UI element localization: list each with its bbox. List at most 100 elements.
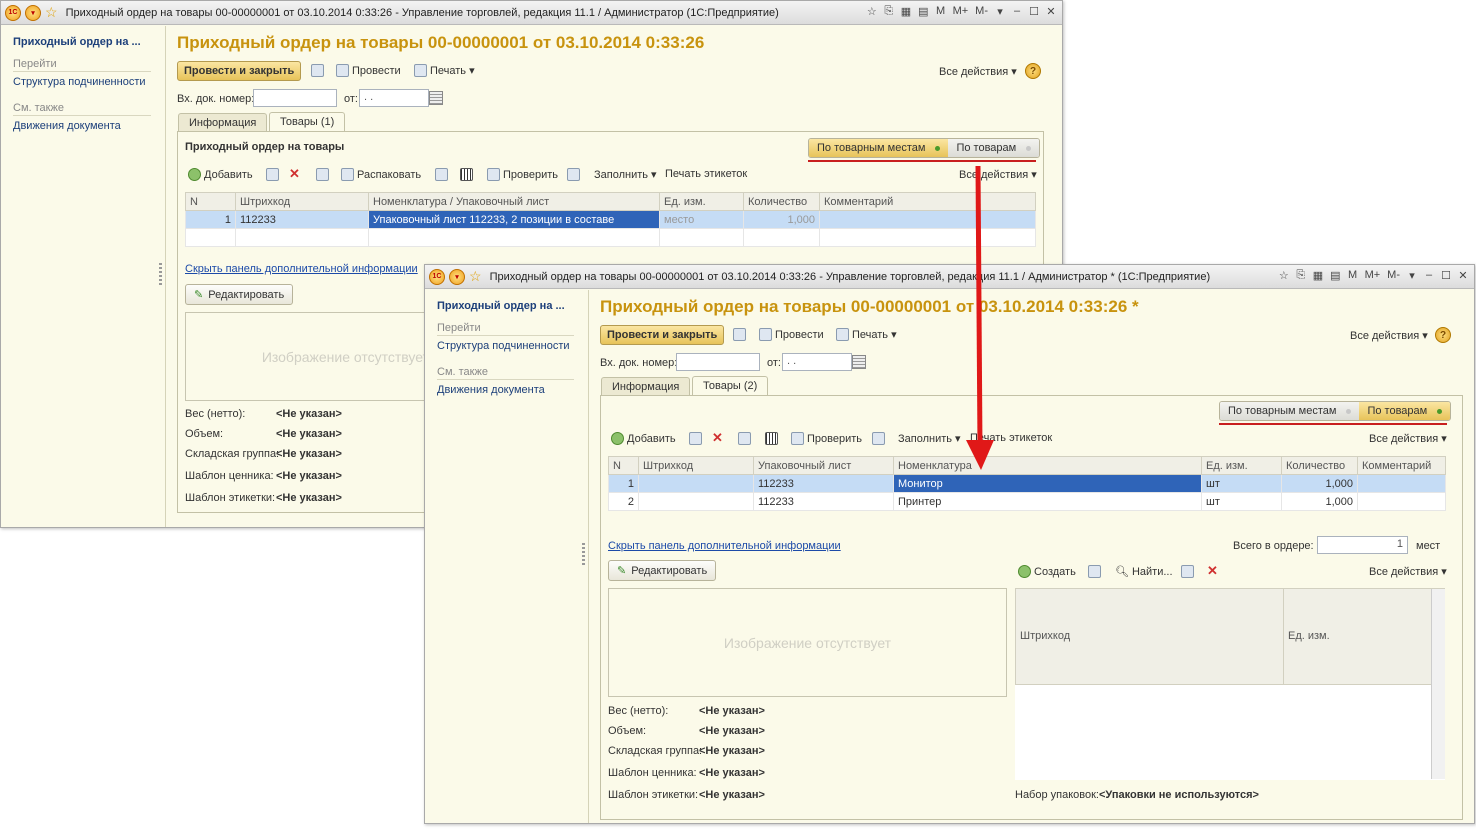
cell-n[interactable]: 1 — [608, 474, 639, 493]
copy-icon[interactable] — [689, 432, 702, 445]
memory-minus-button[interactable]: M- — [1387, 269, 1400, 282]
save-icon[interactable] — [311, 64, 324, 77]
favorite-star-icon[interactable]: ☆ — [45, 4, 58, 21]
table-row[interactable]: 2 112233 Принтер шт 1,000 — [608, 492, 1446, 511]
memory-minus-button[interactable]: M- — [975, 5, 988, 18]
table-row[interactable]: 1 112233 Упаковочный лист 112233, 2 пози… — [185, 210, 1036, 229]
copy-icon[interactable] — [1088, 565, 1101, 578]
cell-qty[interactable]: 1,000 — [1281, 474, 1358, 493]
help-icon[interactable]: ? — [1025, 63, 1041, 79]
cell-packlist[interactable]: 112233 — [753, 474, 894, 493]
excel-icon[interactable] — [872, 432, 885, 445]
check-button[interactable]: Проверить — [791, 432, 862, 445]
post-and-close-button[interactable]: Провести и закрыть — [600, 325, 725, 345]
hide-panel-link[interactable]: Скрыть панель дополнительной информации — [185, 263, 418, 275]
nav-link-movements[interactable]: Движения документа — [437, 384, 588, 396]
edit-button[interactable]: ✎ Редактировать — [185, 284, 294, 305]
cell-comment[interactable] — [1357, 474, 1446, 493]
fill-button[interactable]: Заполнить ▾ — [898, 432, 961, 445]
col-n[interactable]: N — [185, 192, 236, 211]
calendar-picker-icon[interactable] — [852, 355, 866, 369]
calendar-picker-icon[interactable] — [429, 91, 443, 105]
split-icon[interactable] — [738, 432, 751, 445]
barcode-icon[interactable] — [460, 168, 473, 181]
add-button[interactable]: Добавить — [611, 432, 676, 445]
help-icon[interactable]: ? — [1435, 327, 1451, 343]
tab-goods[interactable]: Товары (2) — [692, 376, 769, 395]
vertical-scrollbar[interactable] — [1431, 589, 1445, 779]
col-item[interactable]: Номенклатура / Упаковочный лист — [368, 192, 660, 211]
minimize-button[interactable]: – — [1012, 5, 1022, 18]
cell-comment[interactable] — [1357, 492, 1446, 511]
memory-m-button[interactable]: M — [936, 5, 946, 18]
incoming-number-input[interactable] — [676, 353, 760, 371]
cell-unit[interactable]: шт — [1201, 492, 1282, 511]
cell-n[interactable]: 2 — [608, 492, 639, 511]
cell-item[interactable]: Принтер — [893, 492, 1202, 511]
unpack-button[interactable]: Распаковать — [341, 168, 421, 181]
find-button[interactable]: 🔍︎ Найти... — [1115, 565, 1173, 579]
memory-plus-button[interactable]: M+ — [1365, 269, 1381, 282]
print-button[interactable]: Печать ▾ — [836, 328, 897, 341]
post-button[interactable]: Провести — [336, 64, 401, 77]
cell-barcode[interactable]: 112233 — [235, 210, 369, 229]
col-packlist[interactable]: Упаковочный лист — [753, 456, 894, 475]
add-button[interactable]: Добавить — [188, 168, 253, 181]
cell-qty[interactable]: 1,000 — [1281, 492, 1358, 511]
save-icon[interactable] — [733, 328, 746, 341]
copy-icon[interactable] — [266, 168, 279, 181]
print-button[interactable]: Печать ▾ — [414, 64, 475, 77]
incoming-date-input[interactable]: . . — [782, 353, 852, 371]
col-unit[interactable]: Ед. изм. — [1283, 588, 1445, 685]
cell-item[interactable]: Упаковочный лист 112233, 2 позиции в сос… — [368, 210, 660, 229]
col-barcode[interactable]: Штрихкод — [1015, 588, 1284, 685]
table-row[interactable]: 1 112233 Монитор шт 1,000 — [608, 474, 1446, 493]
barcode-icon[interactable] — [765, 432, 778, 445]
favorite-add-icon[interactable]: ☆ — [867, 5, 877, 18]
table-icon[interactable] — [435, 168, 448, 181]
dropdown-icon[interactable]: ▾ — [995, 5, 1005, 18]
cell-barcode[interactable] — [638, 492, 754, 511]
col-barcode[interactable]: Штрихкод — [235, 192, 369, 211]
delete-icon[interactable]: ✕ — [1207, 564, 1220, 578]
close-button[interactable]: ✕ — [1046, 5, 1056, 18]
cell-item[interactable]: Монитор — [893, 474, 1202, 493]
delete-icon[interactable]: ✕ — [712, 431, 725, 445]
cell-n[interactable]: 1 — [185, 210, 236, 229]
incoming-date-input[interactable]: . . — [359, 89, 429, 107]
cancel-search-icon[interactable] — [1181, 565, 1194, 578]
calendar-icon[interactable]: ▤ — [1330, 269, 1340, 282]
panel-resize-grip[interactable] — [582, 543, 585, 565]
maximize-button[interactable]: ☐ — [1441, 269, 1451, 282]
col-qty[interactable]: Количество — [743, 192, 820, 211]
col-item[interactable]: Номенклатура — [893, 456, 1202, 475]
app-logo-icon[interactable]: 1С — [5, 4, 21, 21]
maximize-button[interactable]: ☐ — [1029, 5, 1039, 18]
app-logo-icon[interactable]: 1С — [429, 268, 445, 285]
link-icon[interactable]: ⎘ — [1296, 269, 1306, 282]
delete-icon[interactable]: ✕ — [289, 167, 302, 181]
all-actions-button[interactable]: Все действия ▾ — [939, 65, 1017, 78]
grid-all-actions-button[interactable]: Все действия ▾ — [959, 168, 1037, 181]
menu-icon[interactable]: ▾ — [449, 268, 465, 285]
mode-by-places[interactable]: По товарным местам — [1220, 402, 1360, 420]
mode-by-goods[interactable]: По товарам — [1359, 402, 1451, 420]
cell-comment[interactable] — [819, 210, 1036, 229]
minimize-button[interactable]: – — [1424, 269, 1434, 282]
grid-all-actions-button[interactable]: Все действия ▾ — [1369, 432, 1447, 445]
link-icon[interactable]: ⎘ — [884, 5, 894, 18]
dropdown-icon[interactable]: ▾ — [1407, 269, 1417, 282]
menu-icon[interactable]: ▾ — [25, 4, 41, 21]
col-qty[interactable]: Количество — [1281, 456, 1358, 475]
total-input[interactable]: 1 — [1317, 536, 1408, 554]
cell-packlist[interactable]: 112233 — [753, 492, 894, 511]
print-labels-button[interactable]: Печать этикеток — [970, 432, 1052, 444]
cell-qty[interactable]: 1,000 — [743, 210, 820, 229]
hide-panel-link[interactable]: Скрыть панель дополнительной информации — [608, 540, 841, 552]
calendar-icon[interactable]: ▤ — [918, 5, 928, 18]
right-all-actions-button[interactable]: Все действия ▾ — [1369, 565, 1447, 578]
col-n[interactable]: N — [608, 456, 639, 475]
nav-link-structure[interactable]: Структура подчиненности — [437, 340, 588, 352]
mode-by-places[interactable]: По товарным местам — [809, 139, 949, 157]
create-button[interactable]: Создать — [1018, 565, 1076, 578]
